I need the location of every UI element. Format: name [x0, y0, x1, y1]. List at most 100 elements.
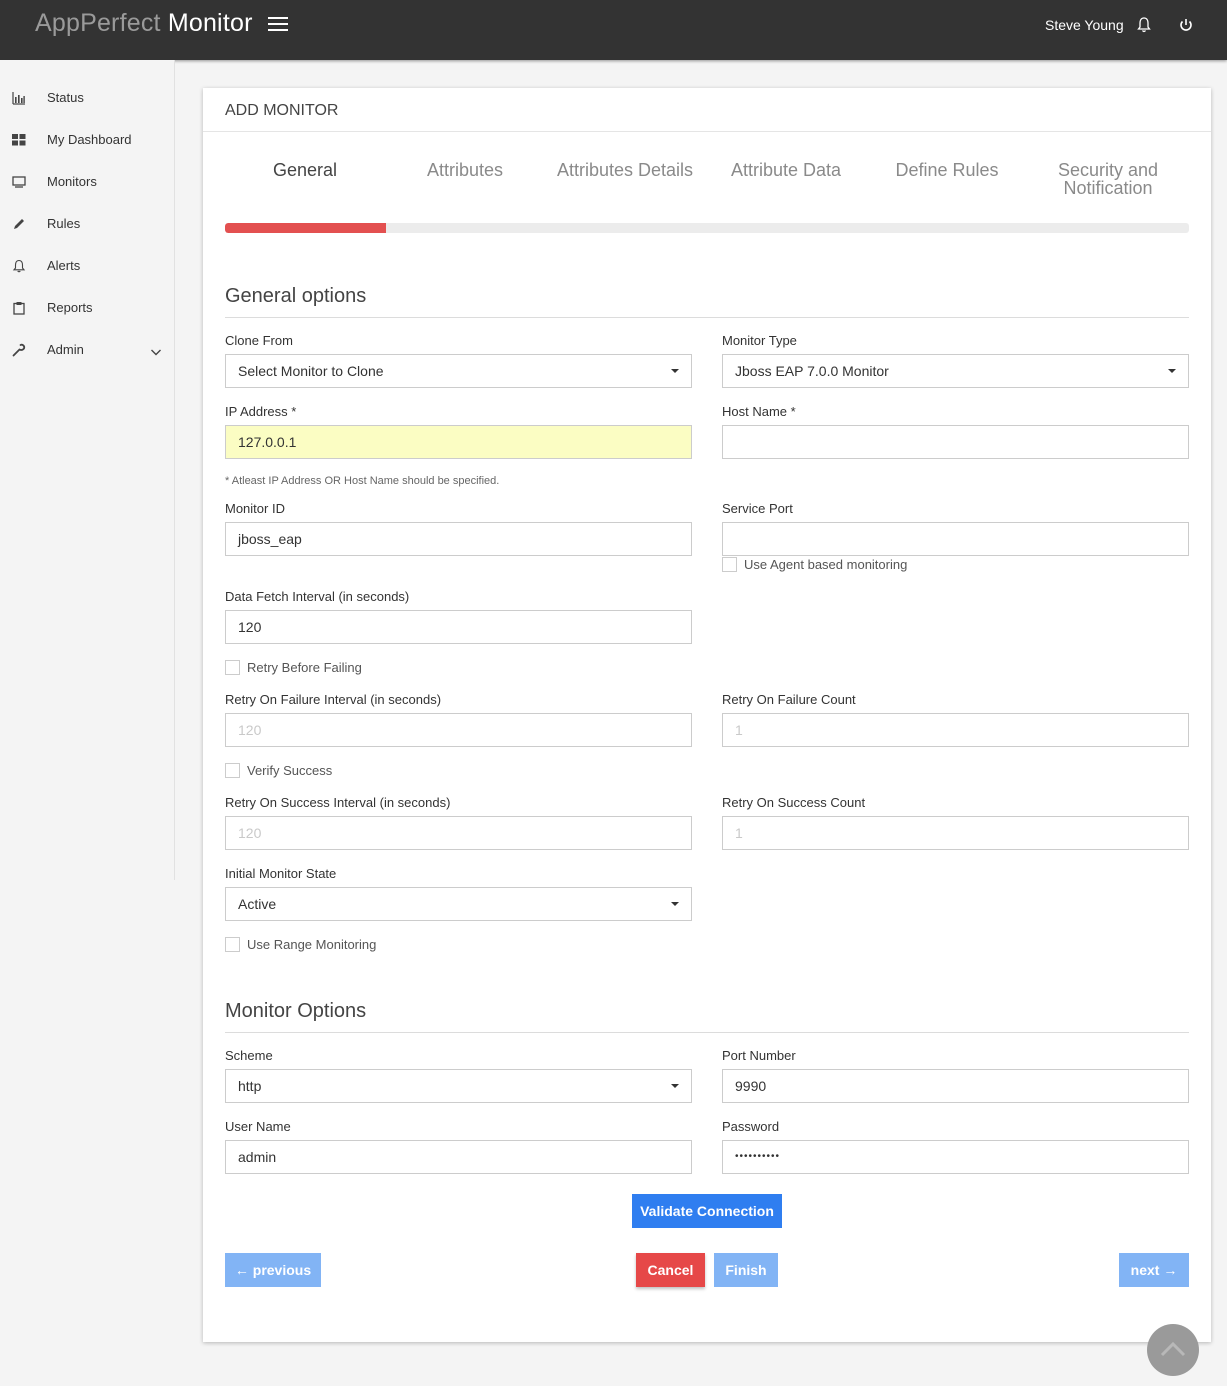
chevron-down-icon	[150, 344, 162, 356]
initial-state-label: Initial Monitor State	[225, 866, 337, 881]
sidebar-item-rules[interactable]: Rules	[0, 209, 174, 239]
clone-from-label: Clone From	[225, 333, 293, 348]
wizard-step-attribute-data[interactable]: Attribute Data	[711, 161, 861, 179]
port-number-label: Port Number	[722, 1048, 796, 1063]
scheme-label: Scheme	[225, 1048, 273, 1063]
monitor-icon	[12, 175, 26, 189]
initial-state-value: Active	[238, 896, 277, 912]
sidebar-item-my-dashboard[interactable]: My Dashboard	[0, 125, 174, 155]
general-options-heading: General options	[225, 285, 367, 307]
previous-button[interactable]: ← previous	[225, 1253, 321, 1287]
menu-toggle-icon[interactable]	[268, 16, 290, 34]
sidebar: Status My Dashboard Monitors Rules Alert…	[0, 60, 175, 880]
retry-success-count-input[interactable]: 1	[722, 816, 1189, 850]
section-divider	[225, 1032, 1189, 1033]
password-input[interactable]: ••••••••••	[722, 1140, 1189, 1174]
monitor-options-heading: Monitor Options	[225, 1000, 367, 1022]
bell-icon	[12, 259, 26, 273]
retry-success-interval-label: Retry On Success Interval (in seconds)	[225, 795, 451, 810]
retry-failure-count-input[interactable]: 1	[722, 713, 1189, 747]
sidebar-item-label: Status	[47, 90, 84, 105]
agent-monitoring-checkbox[interactable]	[722, 557, 737, 572]
verify-success-checkbox[interactable]	[225, 763, 240, 778]
wizard-step-attributes-details[interactable]: Attributes Details	[550, 161, 700, 179]
ip-host-hint: * Atleast IP Address OR Host Name should…	[225, 475, 500, 487]
clone-from-select[interactable]: Select Monitor to Clone	[225, 354, 692, 388]
monitor-id-label: Monitor ID	[225, 501, 285, 516]
retry-success-interval-input[interactable]: 120	[225, 816, 692, 850]
top-navbar: AppPerfect Monitor Steve Young	[0, 0, 1227, 60]
retry-before-failing-checkbox[interactable]	[225, 660, 240, 675]
sidebar-item-status[interactable]: Status	[0, 83, 174, 113]
fetch-interval-label: Data Fetch Interval (in seconds)	[225, 589, 410, 604]
card-title: ADD MONITOR	[225, 102, 339, 119]
verify-success-label[interactable]: Verify Success	[247, 763, 332, 778]
retry-failure-interval-input[interactable]: 120	[225, 713, 692, 747]
card-title-divider	[203, 131, 1211, 132]
initial-state-select[interactable]: Active	[225, 887, 692, 921]
service-port-label: Service Port	[722, 501, 793, 516]
wizard-progress-fill	[225, 223, 386, 233]
port-number-input[interactable]: 9990	[722, 1069, 1189, 1103]
clone-from-value: Select Monitor to Clone	[238, 363, 384, 379]
sidebar-item-label: My Dashboard	[47, 132, 132, 147]
finish-button[interactable]: Finish	[714, 1253, 778, 1287]
host-name-label: Host Name *	[722, 404, 796, 419]
range-monitoring-label[interactable]: Use Range Monitoring	[247, 937, 376, 952]
sidebar-item-monitors[interactable]: Monitors	[0, 167, 174, 197]
sidebar-item-label: Monitors	[47, 174, 97, 189]
section-divider	[225, 317, 1189, 318]
retry-success-count-label: Retry On Success Count	[722, 795, 866, 810]
sidebar-item-alerts[interactable]: Alerts	[0, 251, 174, 281]
dashboard-grid-icon	[12, 133, 26, 147]
sidebar-item-reports[interactable]: Reports	[0, 293, 174, 323]
retry-failure-interval-label: Retry On Failure Interval (in seconds)	[225, 692, 442, 707]
scheme-select[interactable]: http	[225, 1069, 692, 1103]
wizard-step-define-rules[interactable]: Define Rules	[872, 161, 1022, 179]
caret-down-icon	[1168, 369, 1176, 373]
wizard-progress-bar	[225, 223, 1189, 233]
caret-down-icon	[671, 902, 679, 906]
chevron-up-icon	[1160, 1341, 1186, 1357]
caret-down-icon	[671, 1084, 679, 1088]
caret-down-icon	[671, 369, 679, 373]
user-name-label: User Name	[225, 1119, 291, 1134]
service-port-input[interactable]	[722, 522, 1189, 556]
ip-address-label: IP Address *	[225, 404, 297, 419]
sidebar-item-label: Reports	[47, 300, 93, 315]
app-title-part2: Monitor	[167, 9, 253, 37]
range-monitoring-checkbox[interactable]	[225, 937, 240, 952]
wrench-icon	[12, 343, 26, 357]
retry-failure-count-label: Retry On Failure Count	[722, 692, 856, 707]
sidebar-item-label: Alerts	[47, 258, 81, 273]
wizard-step-attributes[interactable]: Attributes	[390, 161, 540, 179]
bar-chart-icon	[12, 91, 26, 105]
cancel-button[interactable]: Cancel	[636, 1253, 705, 1287]
scroll-to-top-button[interactable]	[1147, 1324, 1199, 1376]
host-name-input[interactable]	[722, 425, 1189, 459]
app-title-part1: AppPerfect	[35, 9, 168, 37]
notification-bell-icon[interactable]	[1136, 16, 1152, 34]
scheme-value: http	[238, 1078, 262, 1094]
retry-before-failing-label[interactable]: Retry Before Failing	[247, 660, 362, 675]
wizard-step-general[interactable]: General	[230, 161, 380, 179]
clipboard-icon	[12, 301, 26, 315]
monitor-type-label: Monitor Type	[722, 333, 797, 348]
user-name-input[interactable]: admin	[225, 1140, 692, 1174]
user-name[interactable]: Steve Young	[1045, 17, 1124, 33]
agent-monitoring-label[interactable]: Use Agent based monitoring	[744, 557, 907, 572]
ip-address-input[interactable]: 127.0.0.1	[225, 425, 692, 459]
monitor-id-input[interactable]: jboss_eap	[225, 522, 692, 556]
monitor-type-value: Jboss EAP 7.0.0 Monitor	[735, 363, 889, 379]
fetch-interval-input[interactable]: 120	[225, 610, 692, 644]
add-monitor-card: ADD MONITOR General Attributes Attribute…	[203, 88, 1211, 1342]
power-icon[interactable]	[1178, 16, 1194, 34]
validate-connection-button[interactable]: Validate Connection	[632, 1194, 782, 1228]
next-button[interactable]: next →	[1119, 1253, 1189, 1287]
password-label: Password	[722, 1119, 780, 1134]
wizard-step-security-notification[interactable]: Security and Notification	[1033, 161, 1183, 197]
sidebar-item-label: Rules	[47, 216, 81, 231]
sidebar-item-admin[interactable]: Admin	[0, 335, 174, 365]
monitor-type-select[interactable]: Jboss EAP 7.0.0 Monitor	[722, 354, 1189, 388]
app-logo[interactable]: AppPerfect Monitor	[35, 9, 253, 38]
